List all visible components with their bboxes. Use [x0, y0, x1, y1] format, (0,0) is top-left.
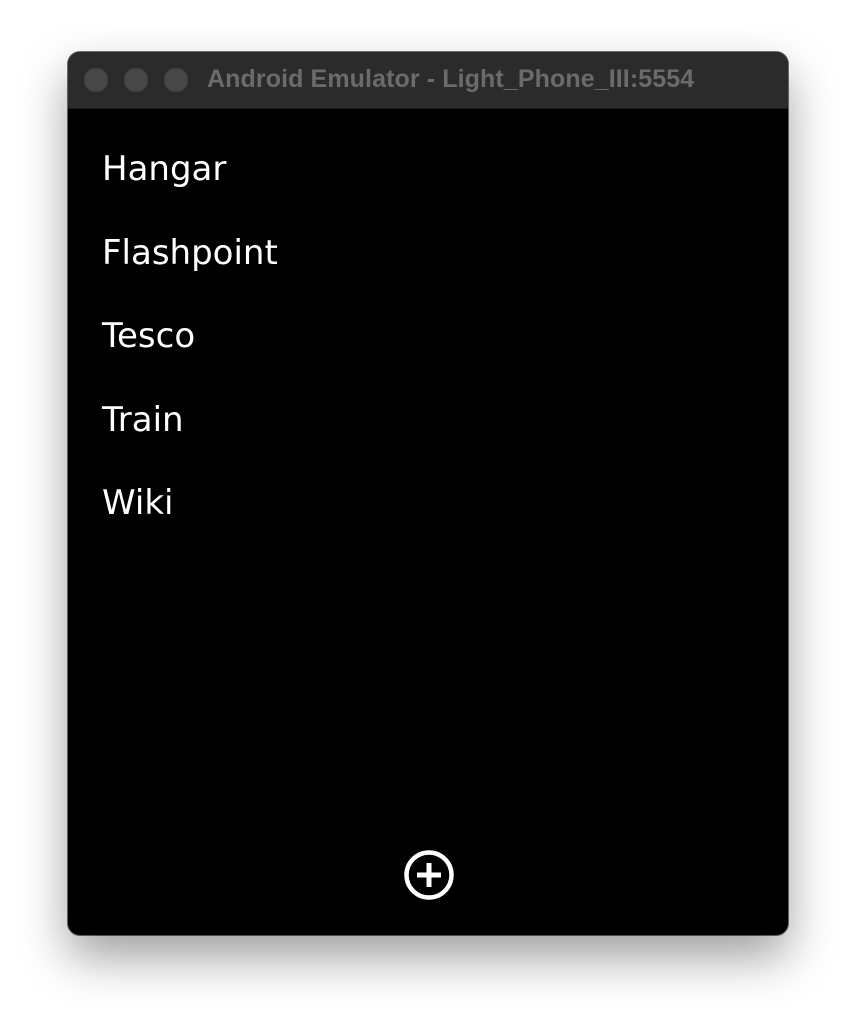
zoom-window-button[interactable]: [164, 68, 188, 92]
title-bar[interactable]: Android Emulator - Light_Phone_III:5554: [68, 52, 788, 109]
app-list: Hangar Flashpoint Tesco Train Wiki: [102, 147, 278, 565]
app-item-hangar[interactable]: Hangar: [102, 147, 278, 231]
close-window-button[interactable]: [84, 68, 108, 92]
app-item-train[interactable]: Train: [102, 398, 278, 482]
app-item-flashpoint[interactable]: Flashpoint: [102, 231, 278, 315]
minimize-window-button[interactable]: [124, 68, 148, 92]
app-item-wiki[interactable]: Wiki: [102, 481, 278, 565]
app-item-tesco[interactable]: Tesco: [102, 314, 278, 398]
window-title: Android Emulator - Light_Phone_III:5554: [207, 65, 695, 93]
phone-screen: Hangar Flashpoint Tesco Train Wiki: [68, 109, 788, 935]
add-app-button[interactable]: [403, 849, 455, 901]
plus-circle-icon: [404, 850, 454, 900]
emulator-window: Android Emulator - Light_Phone_III:5554 …: [68, 52, 788, 935]
